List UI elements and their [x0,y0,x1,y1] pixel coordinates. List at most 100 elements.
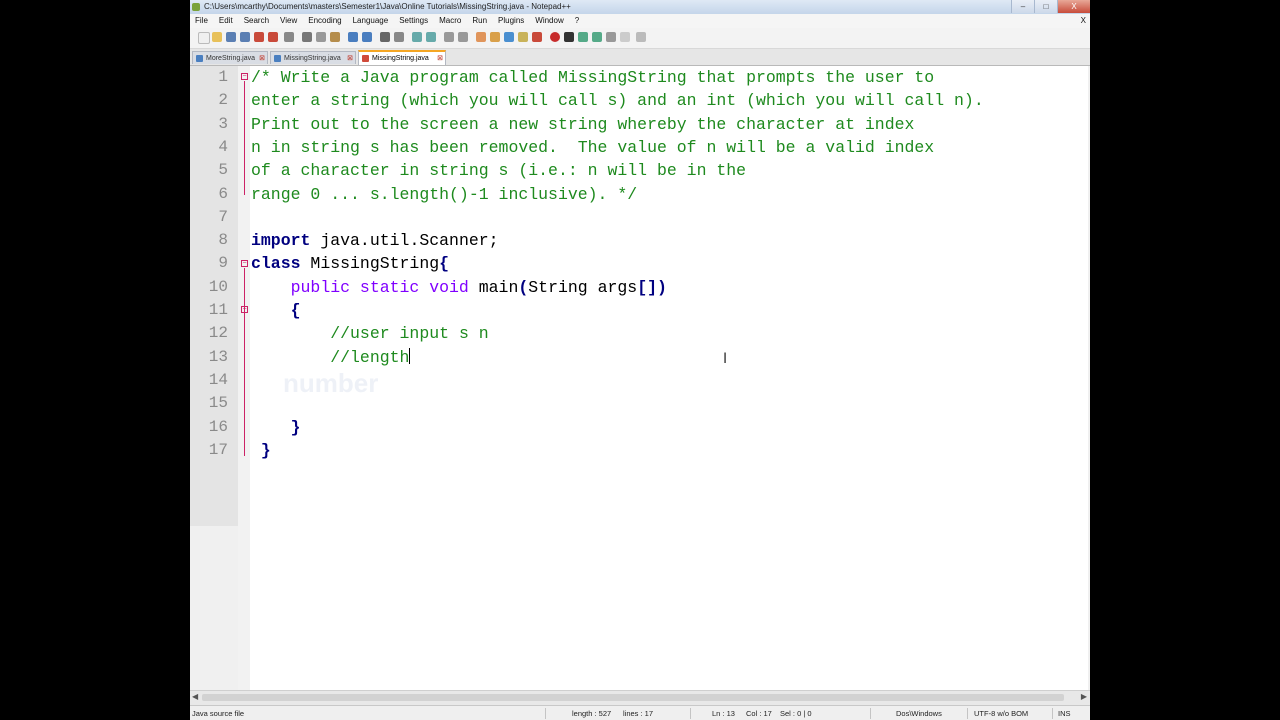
undo-icon[interactable] [348,32,358,42]
save-macro-icon[interactable] [606,32,616,42]
code-line[interactable]: public static void main(String args[]) [251,276,667,299]
line-number: 11 [208,301,228,319]
new-file-icon[interactable] [198,32,210,44]
menu-search[interactable]: Search [239,14,275,28]
play-macro-icon[interactable] [578,32,588,42]
line-number: 6 [218,184,228,203]
code-token: //user input s n [330,324,489,344]
plugin-icon[interactable] [636,32,646,42]
save-icon[interactable] [226,32,236,42]
print-icon[interactable] [284,32,294,42]
menu-plugins[interactable]: Plugins [493,14,530,28]
tab-missing-string-old[interactable]: MissingString.java ⊠ [270,51,356,64]
menu-encoding[interactable]: Encoding [303,14,347,28]
word-wrap-icon[interactable] [476,32,486,42]
fold-range-line [244,81,245,195]
menu-help[interactable]: ? [570,14,585,28]
tab-more-string[interactable]: MoreString.java ⊠ [192,51,268,64]
status-selection: Sel : 0 | 0 [780,709,812,718]
menu-edit[interactable]: Edit [214,14,239,28]
line-number: 4 [218,137,228,156]
menu-view[interactable]: View [275,14,303,28]
menu-macro[interactable]: Macro [434,14,467,28]
tab-close-icon[interactable]: ⊠ [259,52,265,65]
status-separator [1052,708,1053,719]
code-line[interactable]: import java.util.Scanner; [251,229,499,252]
status-bar: Java source file length : 527 lines : 17… [190,705,1090,720]
window-title: C:\Users\mcarthy\Documents\masters\Semes… [204,2,571,11]
menu-window[interactable]: Window [530,14,569,28]
save-all-icon[interactable] [240,32,250,42]
code-token: //length [330,347,410,367]
code-line[interactable]: enter a string (which you will call s) a… [251,89,984,112]
zoom-in-icon[interactable] [412,32,422,42]
line-number: 7 [218,207,228,226]
line-number: 8 [218,231,228,250]
tab-close-icon[interactable]: ⊠ [347,52,353,65]
menu-file[interactable]: File [190,14,214,28]
file-unsaved-icon [362,55,369,62]
code-line[interactable]: //length [251,346,411,369]
close-button[interactable]: X [1057,0,1090,13]
open-file-icon[interactable] [212,32,222,42]
code-line[interactable]: class MissingString{ [251,252,449,275]
code-line[interactable]: /* Write a Java program called MissingSt… [251,66,934,89]
close-all-icon[interactable] [268,32,278,42]
notepad-icon [192,3,200,11]
code-line[interactable]: } [251,439,271,462]
scroll-left-icon[interactable]: ◀ [192,692,198,701]
close-document-button[interactable]: X [1081,14,1086,28]
all-chars-icon[interactable] [490,32,500,42]
copy-icon[interactable] [316,32,326,42]
menu-bar: File Edit Search View Encoding Language … [190,14,1090,28]
cut-icon[interactable] [302,32,312,42]
sync-horizontal-icon[interactable] [458,32,468,42]
code-token: Print out to the screen a new string whe… [251,114,915,134]
close-file-icon[interactable] [254,32,264,42]
code-line[interactable]: //user input s n [251,322,489,345]
stop-macro-icon[interactable] [564,32,574,42]
menu-language[interactable]: Language [348,14,395,28]
line-number: 13 [208,347,228,366]
status-separator [690,708,691,719]
find-icon[interactable] [380,32,390,42]
tab-close-icon[interactable]: ⊠ [437,52,443,65]
indent-guide-icon[interactable] [504,32,514,42]
code-line[interactable]: { [251,299,301,322]
code-line[interactable]: } [251,416,301,439]
scroll-right-icon[interactable]: ▶ [1081,692,1087,701]
code-line[interactable]: n in string s has been removed. The valu… [251,136,934,159]
code-line[interactable]: of a character in string s (i.e.: n will… [251,159,746,182]
zoom-out-icon[interactable] [426,32,436,42]
run-macro-multiple-icon[interactable] [592,32,602,42]
scroll-thumb[interactable] [202,694,1064,701]
tab-label: MissingString.java [372,55,429,62]
fold-collapse-icon[interactable]: − [241,73,248,80]
code-line[interactable]: range 0 ... s.length()-1 inclusive). */ [251,183,637,206]
user-lang-icon[interactable] [518,32,528,42]
menu-run[interactable]: Run [467,14,493,28]
maximize-button[interactable]: □ [1034,0,1057,13]
code-line[interactable]: Print out to the screen a new string whe… [251,113,914,136]
fold-collapse-icon[interactable]: − [241,260,248,267]
code-token: java.util.Scanner; [310,231,499,251]
paste-icon[interactable] [330,32,340,42]
code-token: class [251,254,301,274]
fold-collapse-icon[interactable]: − [241,306,248,313]
status-separator [870,708,871,719]
record-macro-icon[interactable] [550,32,560,42]
menu-settings[interactable]: Settings [394,14,434,28]
tab-missing-string[interactable]: MissingString.java ⊠ [358,50,446,65]
text-cursor-icon: I [723,351,728,367]
doc-map-icon[interactable] [532,32,542,42]
redo-icon[interactable] [362,32,372,42]
sync-scroll-icon[interactable] [444,32,454,42]
horizontal-scrollbar[interactable]: ◀ ▶ [190,690,1090,705]
minimize-button[interactable]: – [1011,0,1034,13]
spell-check-icon[interactable] [620,32,630,42]
line-number: 10 [208,277,228,296]
line-number: 2 [218,91,228,110]
replace-icon[interactable] [394,32,404,42]
